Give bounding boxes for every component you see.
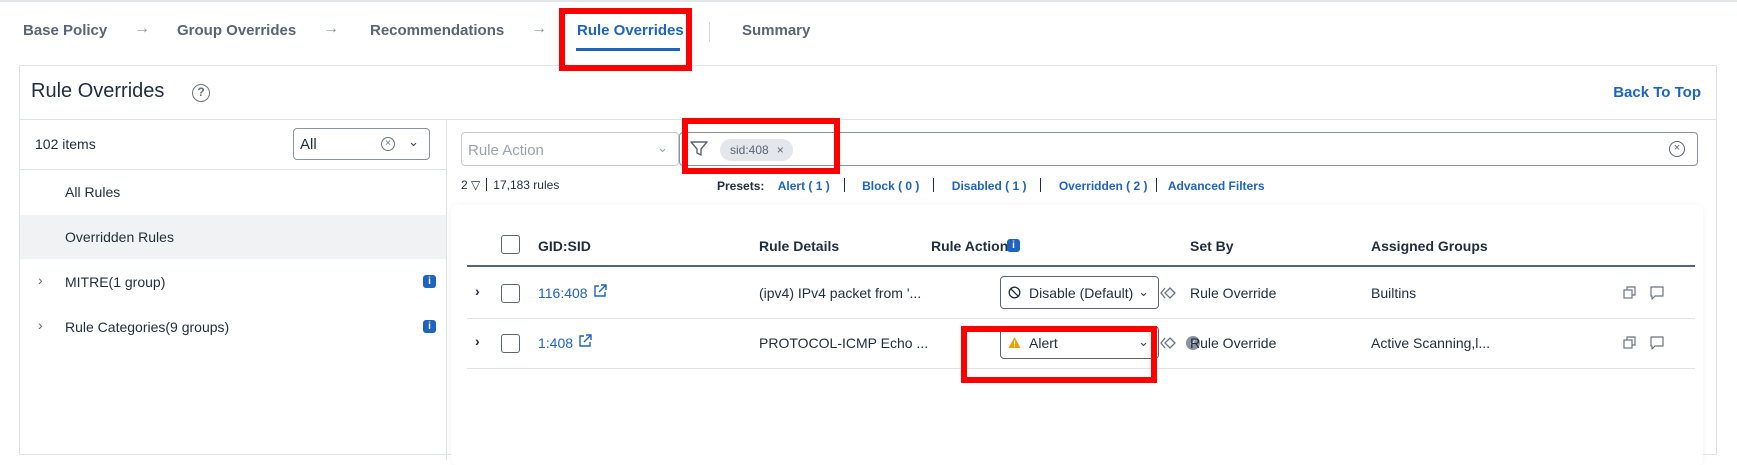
rule-overrides-panel: Rule Overrides ? Back To Top 102 items A…: [19, 65, 1717, 465]
sidebar-item-label: MITRE(1 group): [65, 274, 166, 290]
column-header-assigned-groups[interactable]: Assigned Groups: [1371, 238, 1488, 254]
info-icon[interactable]: i: [423, 320, 436, 333]
active-step-indicator: [576, 48, 680, 51]
preset-overridden-link[interactable]: Overridden ( 2 ): [1059, 179, 1148, 193]
column-header-set-by[interactable]: Set By: [1190, 238, 1234, 254]
chevron-down-icon: ⌄: [1138, 284, 1149, 299]
clear-icon[interactable]: ×: [1669, 141, 1685, 157]
gid-sid-link[interactable]: 1:408: [538, 335, 573, 351]
rule-action-select[interactable]: Disable (Default) ⌄: [1000, 276, 1159, 309]
page-title: Rule Overrides: [31, 80, 165, 102]
clear-icon[interactable]: ×: [381, 137, 395, 151]
rule-details[interactable]: PROTOCOL-ICMP Echo ...: [759, 335, 928, 351]
diamond-icon[interactable]: [1160, 286, 1176, 300]
filter-icon: [690, 141, 708, 156]
rules-total: 17,183 rules: [493, 178, 560, 192]
chevron-down-icon: ⌄: [657, 140, 668, 155]
assigned-groups[interactable]: Builtins: [1371, 285, 1416, 301]
rule-action-select[interactable]: Alert ⌄: [1000, 326, 1159, 359]
remove-chip-icon[interactable]: ×: [777, 139, 784, 161]
filter-count: 2: [461, 178, 468, 192]
table-row: › 1:408 PROTOCOL-ICMP Echo ... Alert ⌄ ✓…: [467, 319, 1695, 369]
filter-chip-label: sid:408: [730, 143, 769, 157]
sidebar-item-overridden-rules[interactable]: Overridden Rules: [20, 215, 446, 259]
filter-count-row: 2 ▽ 17,183 rules: [461, 178, 559, 192]
step-arrow: →: [323, 20, 339, 37]
step-arrow: →: [134, 20, 150, 37]
chevron-right-icon[interactable]: ›: [38, 317, 43, 333]
comment-icon[interactable]: [1650, 336, 1664, 350]
external-link-icon[interactable]: [578, 334, 592, 348]
sidebar-item-label: All Rules: [65, 184, 121, 200]
copy-icon[interactable]: [1623, 286, 1636, 299]
wizard-steps: Base Policy → Group Overrides → Recommen…: [0, 0, 1737, 66]
group-filter-select[interactable]: All × ⌄: [293, 128, 430, 160]
step-rule-overrides[interactable]: Rule Overrides: [577, 22, 684, 39]
preset-block-link[interactable]: Block ( 0 ): [862, 179, 919, 193]
sidebar-item-all-rules[interactable]: All Rules: [20, 170, 446, 214]
group-filter-value: All: [300, 136, 317, 153]
chevron-down-icon: ⌄: [408, 134, 419, 149]
presets-label: Presets:: [717, 179, 765, 193]
comment-icon[interactable]: [1650, 286, 1664, 300]
diamond-icon[interactable]: [1160, 336, 1176, 350]
step-arrow: →: [531, 20, 547, 37]
expand-row-icon[interactable]: ›: [475, 283, 480, 299]
column-header-gid-sid[interactable]: GID:SID: [538, 238, 591, 254]
advanced-filters-link[interactable]: Advanced Filters: [1168, 179, 1265, 193]
row-checkbox[interactable]: [501, 334, 520, 353]
preset-alert-link[interactable]: Alert ( 1 ): [778, 179, 830, 193]
help-icon[interactable]: ?: [192, 84, 210, 102]
filter-search-input[interactable]: sid:408 × ×: [679, 132, 1698, 166]
step-group-overrides[interactable]: Group Overrides: [177, 22, 296, 39]
items-count: 102 items: [35, 136, 96, 152]
step-recommendations[interactable]: Recommendations: [370, 22, 504, 39]
column-header-rule-details[interactable]: Rule Details: [759, 238, 839, 254]
back-to-top-link[interactable]: Back To Top: [1613, 84, 1701, 101]
disable-icon: [1008, 286, 1021, 299]
rule-action-value: Disable (Default): [1029, 285, 1134, 301]
rule-details[interactable]: (ipv4) IPv4 packet from '...: [759, 285, 921, 301]
step-divider: [709, 22, 710, 42]
column-header-rule-action[interactable]: Rule Action: [931, 238, 1008, 254]
sidebar-item-rule-categories[interactable]: › Rule Categories(9 groups) i: [20, 305, 446, 349]
expand-row-icon[interactable]: ›: [475, 333, 480, 349]
step-summary[interactable]: Summary: [742, 22, 810, 39]
row-checkbox[interactable]: [501, 284, 520, 303]
filter-icon: ▽: [471, 178, 481, 192]
rule-action-placeholder: Rule Action: [468, 142, 544, 159]
external-link-icon[interactable]: [593, 284, 607, 298]
table-row: › 116:408 (ipv4) IPv4 packet from '... D…: [467, 269, 1695, 319]
presets-bar: Presets: Alert ( 1 ) Block ( 0 ) Disable…: [717, 178, 1265, 193]
rules-content: Rule Action ⌄ sid:408 × × 2 ▽ 17,183 rule…: [447, 120, 1717, 465]
sidebar-item-label: Overridden Rules: [65, 229, 174, 245]
chevron-down-icon: ⌄: [1138, 334, 1149, 349]
info-icon[interactable]: i: [423, 275, 436, 288]
set-by: Rule Override: [1190, 335, 1277, 351]
filter-chip[interactable]: sid:408 ×: [720, 139, 793, 161]
set-by: Rule Override: [1190, 285, 1277, 301]
chevron-right-icon[interactable]: ›: [38, 272, 43, 288]
assigned-groups[interactable]: Active Scanning,l...: [1371, 335, 1490, 351]
table-header-row: GID:SID Rule Details Rule Action i Set B…: [467, 223, 1695, 267]
gid-sid-link[interactable]: 116:408: [538, 285, 588, 301]
step-base-policy[interactable]: Base Policy: [23, 22, 107, 39]
copy-icon[interactable]: [1623, 336, 1636, 349]
sidebar-item-label: Rule Categories(9 groups): [65, 319, 230, 335]
rules-table: GID:SID Rule Details Rule Action i Set B…: [451, 205, 1703, 465]
warning-icon: [1008, 337, 1021, 348]
rule-action-value: Alert: [1029, 335, 1058, 351]
info-icon[interactable]: i: [1007, 239, 1020, 252]
sidebar-item-mitre[interactable]: › MITRE(1 group) i: [20, 260, 446, 304]
panel-header: Rule Overrides ? Back To Top: [20, 66, 1716, 120]
rule-action-filter-select[interactable]: Rule Action ⌄: [461, 132, 679, 166]
rule-groups-sidebar: 102 items All × ⌄ All Rules Overridden R…: [20, 120, 447, 460]
preset-disabled-link[interactable]: Disabled ( 1 ): [952, 179, 1027, 193]
select-all-checkbox[interactable]: [501, 235, 520, 254]
